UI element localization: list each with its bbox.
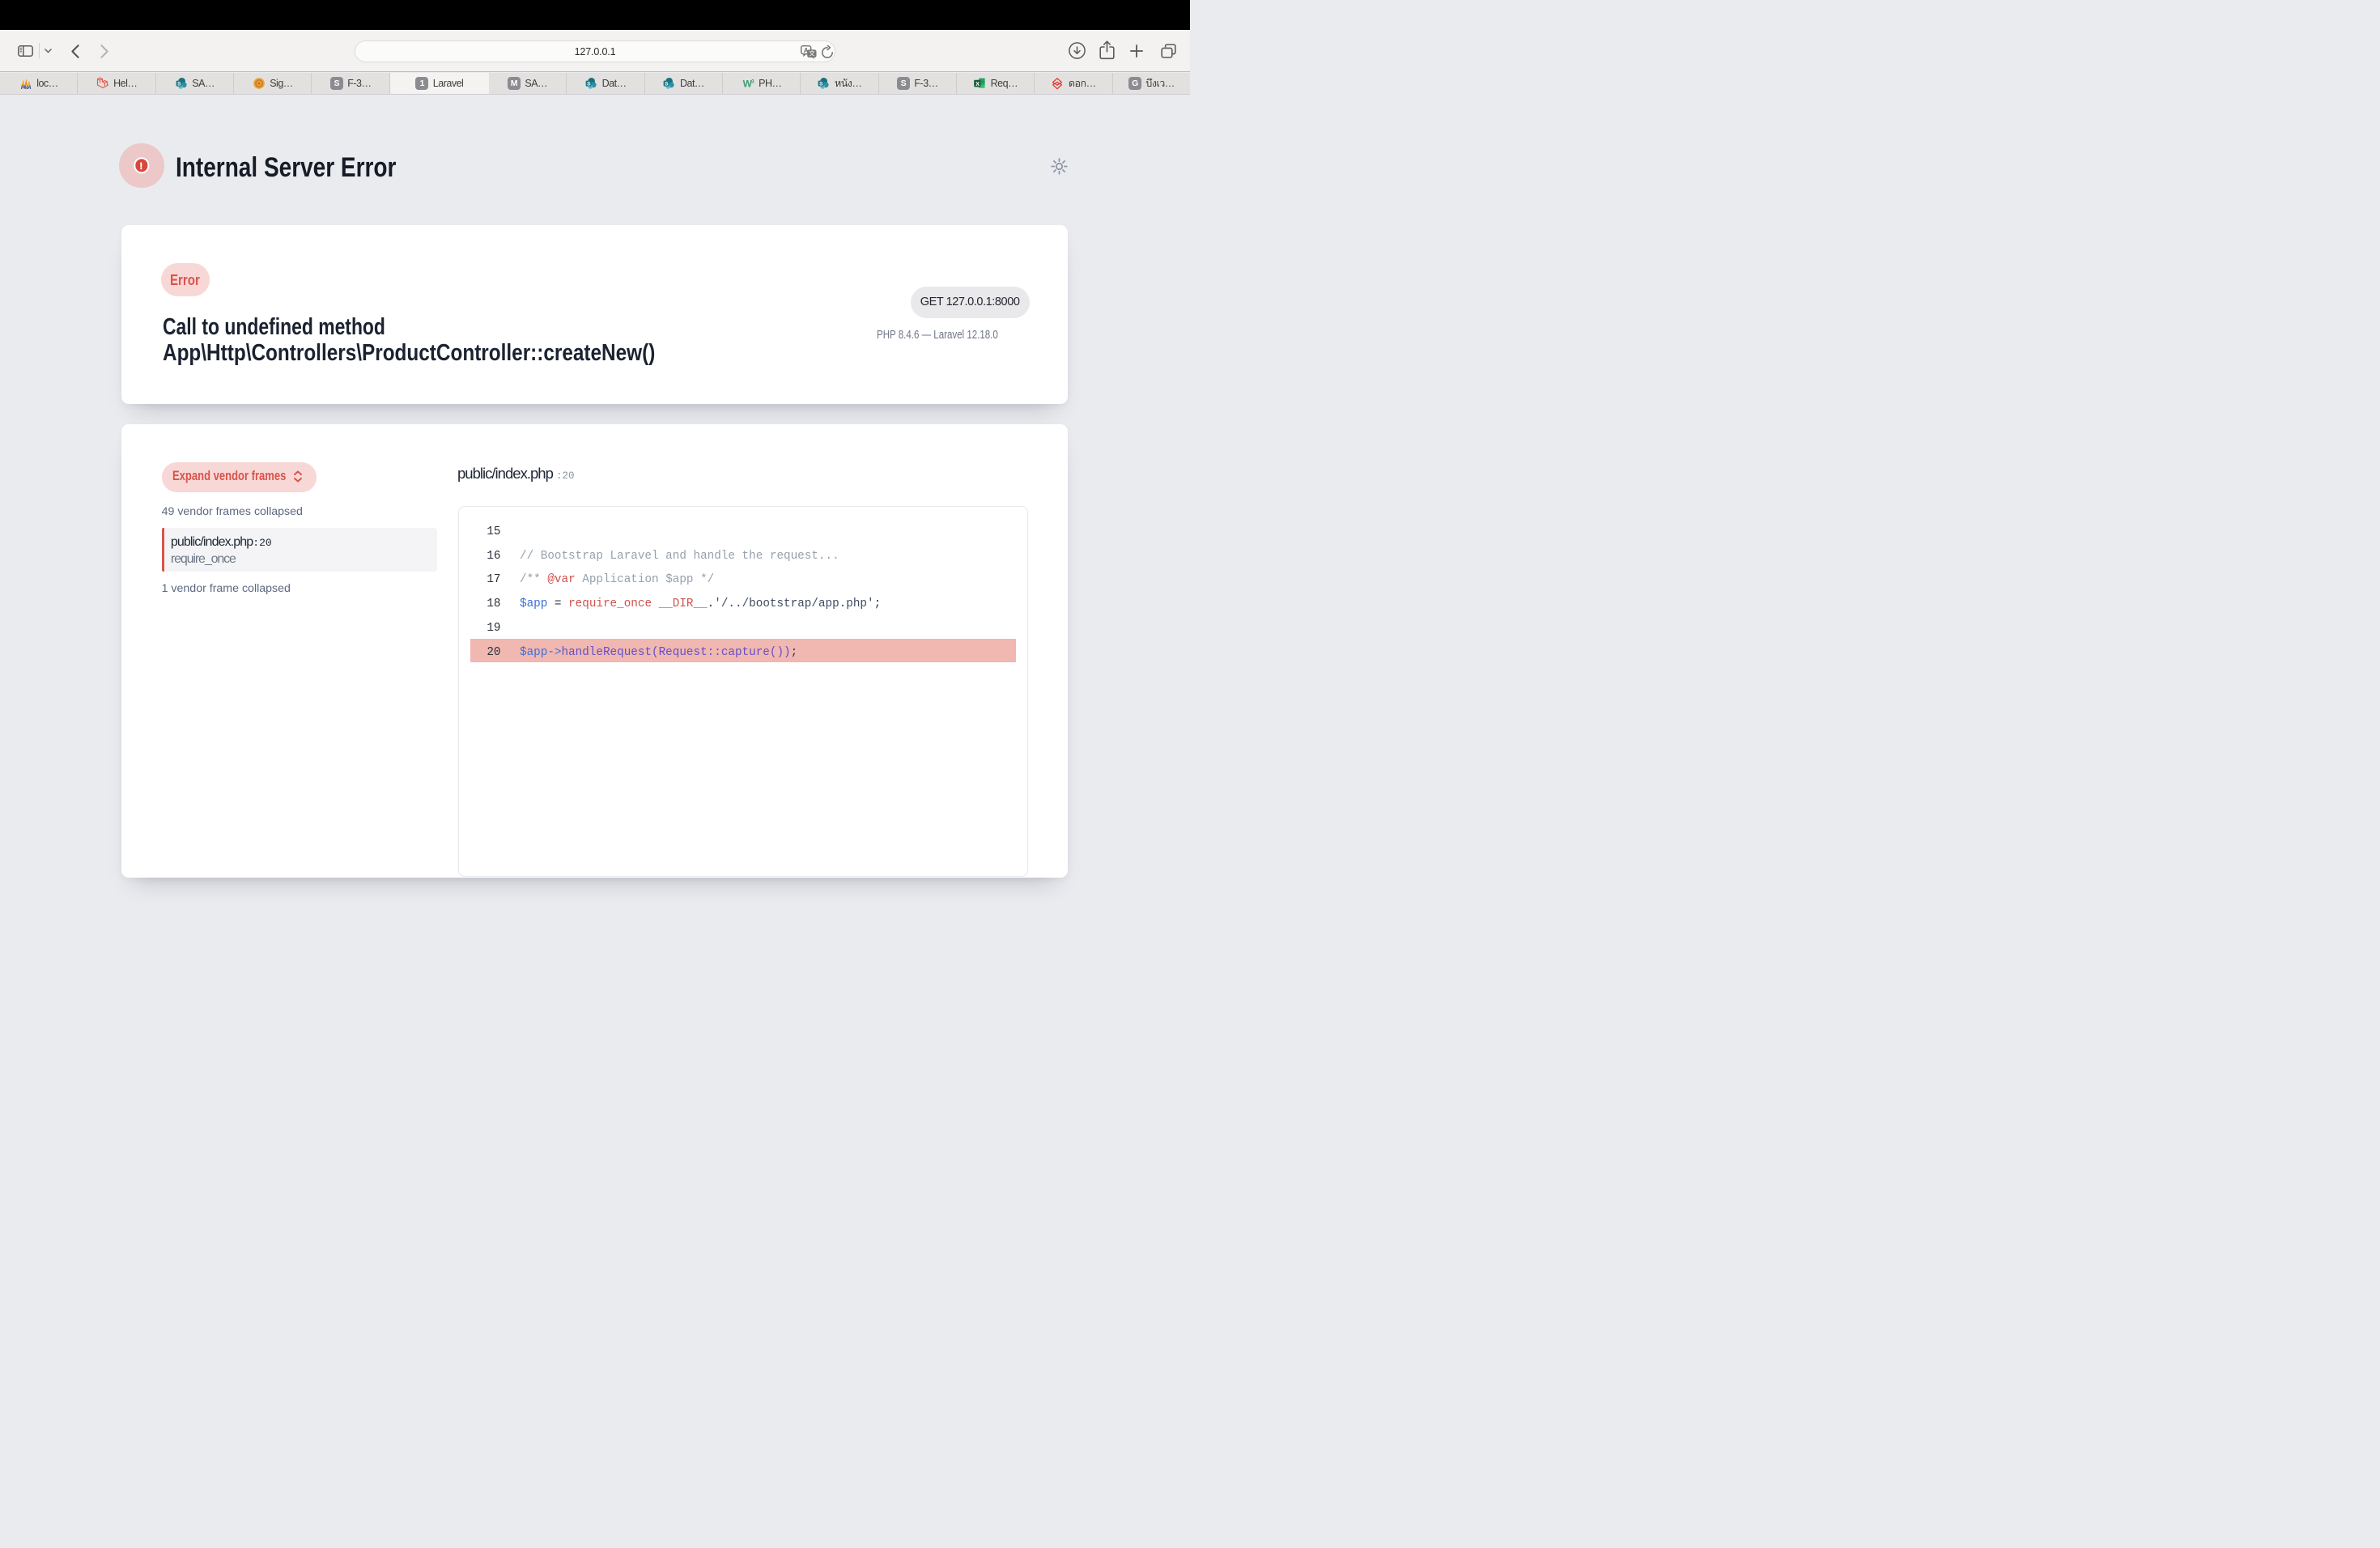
svg-text:X: X bbox=[975, 80, 980, 87]
svg-text:PMA: PMA bbox=[21, 85, 32, 90]
svg-text:3: 3 bbox=[751, 79, 754, 84]
svg-text:文: 文 bbox=[809, 49, 815, 57]
